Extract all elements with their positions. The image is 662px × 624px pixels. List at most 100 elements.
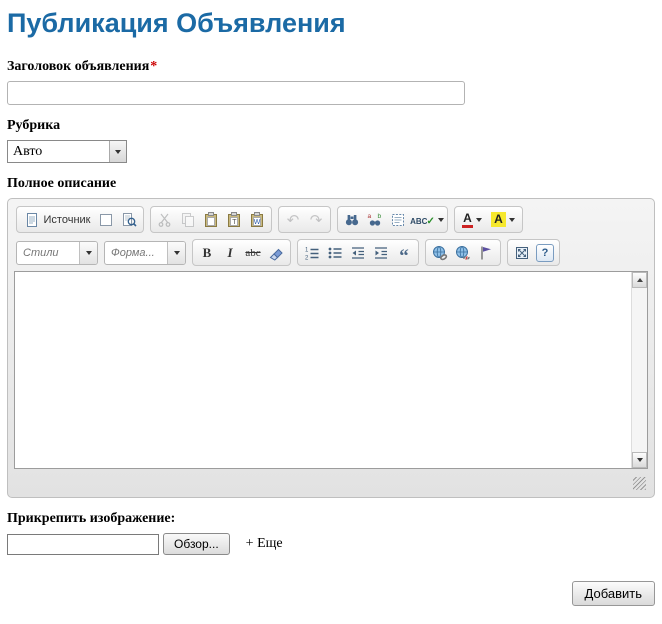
add-more-link[interactable]: + Еще (246, 536, 283, 552)
submit-row: Добавить (7, 581, 655, 606)
chevron-down-icon (167, 241, 185, 264)
anchor-icon (478, 244, 495, 261)
about-button[interactable]: ? (534, 242, 556, 264)
chevron-down-icon (109, 141, 126, 162)
file-input[interactable] (7, 533, 159, 555)
new-page-icon (98, 211, 115, 228)
toolbar-group-basicstyles: B I abc (192, 239, 291, 266)
svg-text:T: T (232, 219, 237, 226)
format-dropdown[interactable]: Форма... (104, 240, 186, 265)
unlink-button[interactable] (452, 242, 474, 264)
title-input[interactable] (7, 81, 465, 105)
category-select[interactable]: Авто (7, 140, 127, 163)
chevron-down-icon (437, 217, 444, 222)
link-button[interactable] (429, 242, 451, 264)
maximize-icon (514, 244, 531, 261)
numbered-list-button[interactable]: 12 (301, 242, 323, 264)
copy-button[interactable] (177, 209, 199, 231)
toolbar-group-document: Источник (16, 206, 144, 233)
cut-button[interactable] (154, 209, 176, 231)
spellcheck-check-icon (427, 211, 434, 228)
strikethrough-icon: abc (245, 246, 261, 259)
undo-icon (285, 211, 302, 228)
about-icon: ? (536, 243, 554, 262)
paste-word-icon: W (249, 211, 266, 228)
paste-word-button[interactable]: W (246, 209, 268, 231)
styles-dropdown[interactable]: Стили (16, 240, 98, 265)
copy-icon (180, 211, 197, 228)
category-field: Рубрика Авто (7, 118, 655, 163)
scroll-down-icon (636, 458, 643, 462)
redo-button[interactable] (305, 209, 327, 231)
text-color-icon: A (462, 211, 473, 228)
scroll-up-icon (636, 278, 643, 282)
chevron-down-icon (475, 217, 482, 222)
paste-text-button[interactable]: T (223, 209, 245, 231)
scroll-down-button[interactable] (632, 452, 647, 468)
numbered-list-icon: 12 (304, 244, 321, 261)
source-doc-icon (24, 211, 41, 228)
redo-icon (308, 211, 325, 228)
resize-handle[interactable] (633, 477, 646, 490)
bulleted-list-button[interactable] (324, 242, 346, 264)
replace-icon: ab (367, 211, 384, 228)
blockquote-button[interactable] (393, 242, 415, 264)
submit-button[interactable]: Добавить (571, 581, 655, 606)
editor-content-area (14, 271, 648, 469)
chevron-down-icon (508, 217, 515, 222)
title-field: Заголовок объявления* (7, 59, 655, 105)
select-all-button[interactable] (387, 209, 409, 231)
bg-color-button[interactable]: A (487, 209, 519, 231)
unlink-icon (455, 244, 472, 261)
attach-label: Прикрепить изображение: (7, 511, 176, 526)
editor-content[interactable] (15, 272, 631, 468)
paste-button[interactable] (200, 209, 222, 231)
attach-field: Прикрепить изображение: Обзор... + Еще (7, 511, 655, 555)
source-button[interactable]: Источник (20, 209, 94, 231)
spellcheck-button[interactable]: ABC (410, 209, 444, 231)
toolbar-group-colors: A A (454, 206, 523, 233)
outdent-button[interactable] (347, 242, 369, 264)
indent-button[interactable] (370, 242, 392, 264)
svg-text:b: b (378, 213, 382, 220)
file-row: Обзор... + Еще (7, 533, 655, 555)
svg-text:1: 1 (305, 247, 309, 253)
bulleted-list-icon (327, 244, 344, 261)
italic-button[interactable]: I (219, 242, 241, 264)
italic-icon: I (227, 244, 233, 260)
maximize-button[interactable] (511, 242, 533, 264)
toolbar-group-tools: ? (507, 239, 560, 266)
cut-icon (157, 211, 174, 228)
preview-button[interactable] (118, 209, 140, 231)
spellcheck-label: ABC (410, 216, 428, 226)
svg-text:a: a (368, 213, 372, 220)
scroll-up-button[interactable] (632, 272, 647, 288)
toolbar-group-undo (278, 206, 331, 233)
page-title: Публикация Объявления (7, 8, 346, 38)
remove-format-icon (268, 244, 285, 261)
toolbar-group-find: ab ABC (337, 206, 448, 233)
editor-scrollbar[interactable] (631, 272, 647, 468)
select-all-icon (390, 211, 407, 228)
chevron-down-icon (79, 241, 97, 264)
svg-text:W: W (254, 219, 261, 226)
editor-bottom-bar (14, 469, 648, 493)
rich-text-editor: Источник T W ↶ ↷ a b ABC✓ A A Стили Форм… (7, 198, 655, 498)
toolbar-group-lists: 12 (297, 239, 419, 266)
title-label-text: Заголовок объявления (7, 59, 150, 74)
format-dropdown-label: Форма... (111, 246, 155, 259)
find-button[interactable] (341, 209, 363, 231)
replace-button[interactable]: ab (364, 209, 386, 231)
browse-button[interactable]: Обзор... (163, 533, 230, 555)
text-color-button[interactable]: A (458, 209, 486, 231)
page: Публикация Объявления Заголовок объявлен… (0, 0, 662, 606)
undo-button[interactable] (282, 209, 304, 231)
toolbar-group-links (425, 239, 501, 266)
preview-icon (121, 211, 138, 228)
strikethrough-button[interactable]: abc (242, 242, 264, 264)
remove-format-button[interactable] (265, 242, 287, 264)
new-page-button[interactable] (95, 209, 117, 231)
bold-button[interactable]: B (196, 242, 218, 264)
anchor-button[interactable] (475, 242, 497, 264)
outdent-icon (350, 244, 367, 261)
